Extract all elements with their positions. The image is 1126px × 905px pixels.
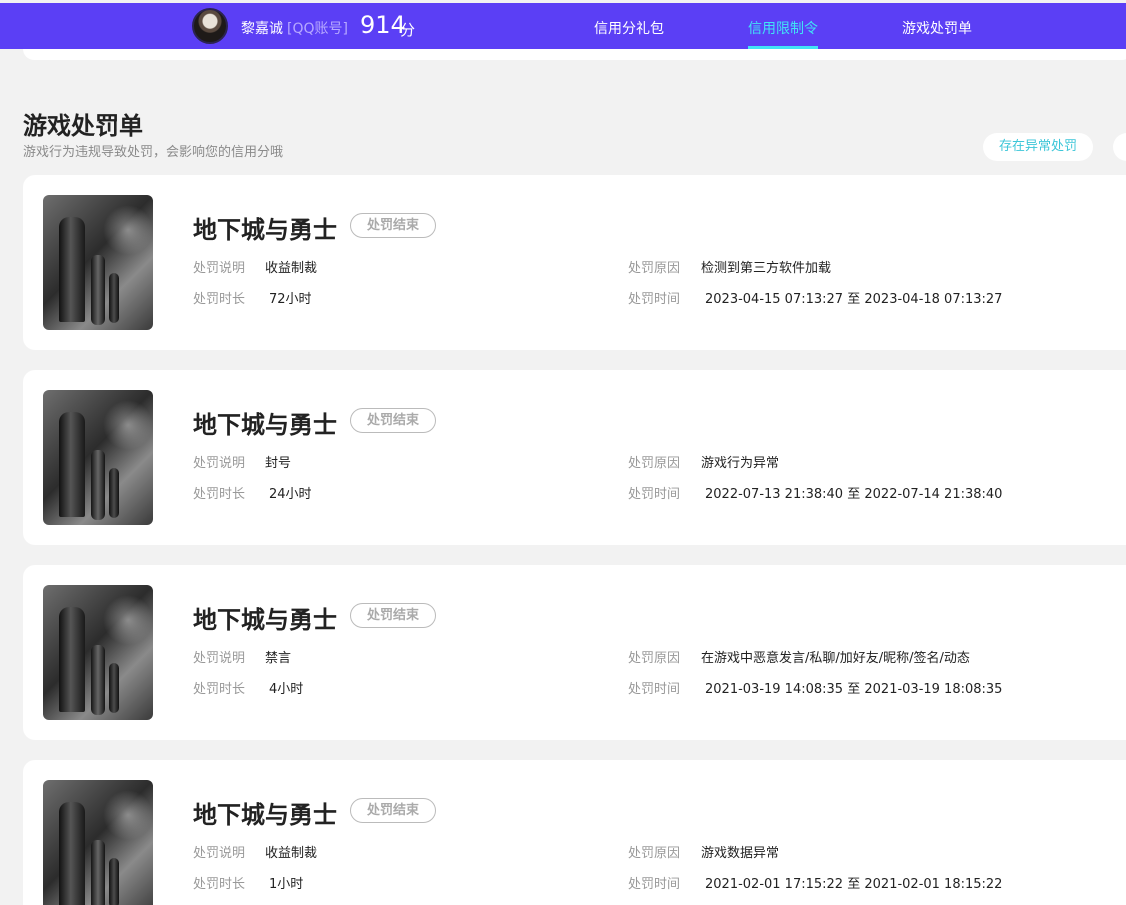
previous-section-card	[23, 49, 1126, 60]
credit-score: 914	[360, 11, 406, 39]
page-title: 游戏处罚单	[23, 112, 143, 140]
status-badge: 处罚结束	[350, 408, 436, 433]
penalty-time-to: 至	[847, 877, 861, 892]
penalty-desc-label: 处罚说明	[193, 261, 246, 276]
game-name: 地下城与勇士	[193, 411, 337, 439]
penalty-start-time: 2021-02-01 17:15:22	[705, 877, 844, 892]
penalty-time-range: 2023-04-15 07:13:27 至 2023-04-18 07:13:2…	[705, 288, 1002, 307]
game-cover-image	[43, 780, 153, 905]
penalty-end-time: 2023-04-18 07:13:27	[864, 292, 1003, 307]
penalty-start-time: 2021-03-19 14:08:35	[705, 682, 844, 697]
game-cover-image	[43, 585, 153, 720]
penalty-start-time: 2023-04-15 07:13:27	[705, 292, 844, 307]
avatar[interactable]	[192, 8, 228, 44]
top-nav-bar: 黎嘉诚 [QQ账号] 914 分 信用分礼包 信用限制令 游戏处罚单	[0, 3, 1126, 49]
nav-tab-gift-pack[interactable]: 信用分礼包	[594, 18, 664, 38]
penalty-desc-value: 封号	[265, 456, 292, 471]
penalty-reason-value: 游戏数据异常	[701, 846, 780, 861]
penalty-record-card[interactable]: 地下城与勇士 处罚结束 处罚说明 封号 处罚时长 24小时 处罚原因 游戏行为异…	[23, 370, 1126, 545]
penalty-reason-label: 处罚原因	[628, 456, 681, 471]
penalty-time-to: 至	[847, 292, 861, 307]
penalty-desc-value: 收益制裁	[265, 261, 318, 276]
penalty-duration-value: 4小时	[269, 682, 304, 697]
penalty-duration-label: 处罚时长	[193, 877, 246, 892]
penalty-record-card[interactable]: 地下城与勇士 处罚结束 处罚说明 收益制裁 处罚时长 1小时 处罚原因 游戏数据…	[23, 760, 1126, 905]
penalty-time-label: 处罚时间	[628, 487, 681, 502]
penalty-reason-label: 处罚原因	[628, 846, 681, 861]
penalty-reason-label: 处罚原因	[628, 261, 681, 276]
penalty-duration-value: 1小时	[269, 877, 304, 892]
secondary-filter-button[interactable]	[1113, 133, 1126, 161]
penalty-record-card[interactable]: 地下城与勇士 处罚结束 处罚说明 禁言 处罚时长 4小时 处罚原因 在游戏中恶意…	[23, 565, 1126, 740]
nav-tab-restriction-order[interactable]: 信用限制令	[748, 18, 818, 38]
penalty-reason-value: 在游戏中恶意发言/私聊/加好友/昵称/签名/动态	[701, 651, 970, 666]
account-type: [QQ账号]	[287, 21, 348, 37]
penalty-duration-label: 处罚时长	[193, 487, 246, 502]
game-name: 地下城与勇士	[193, 216, 337, 244]
penalty-desc-label: 处罚说明	[193, 456, 246, 471]
penalty-time-range: 2021-03-19 14:08:35 至 2021-03-19 18:08:3…	[705, 678, 1002, 697]
game-cover-image	[43, 195, 153, 330]
game-name: 地下城与勇士	[193, 606, 337, 634]
nav-tab-penalty-list[interactable]: 游戏处罚单	[902, 18, 972, 38]
abnormal-penalty-filter-button[interactable]: 存在异常处罚	[983, 133, 1093, 161]
penalty-duration-value: 24小时	[269, 487, 312, 502]
penalty-desc-value: 收益制裁	[265, 846, 318, 861]
penalty-reason-value: 检测到第三方软件加载	[701, 261, 832, 276]
penalty-record-card[interactable]: 地下城与勇士 处罚结束 处罚说明 收益制裁 处罚时长 72小时 处罚原因 检测到…	[23, 175, 1126, 350]
penalty-desc-value: 禁言	[265, 651, 292, 666]
penalty-time-label: 处罚时间	[628, 682, 681, 697]
penalty-start-time: 2022-07-13 21:38:40	[705, 487, 844, 502]
penalty-time-to: 至	[847, 682, 861, 697]
penalty-time-label: 处罚时间	[628, 292, 681, 307]
status-badge: 处罚结束	[350, 798, 436, 823]
penalty-time-range: 2021-02-01 17:15:22 至 2021-02-01 18:15:2…	[705, 873, 1002, 892]
username: 黎嘉诚	[241, 21, 283, 37]
penalty-duration-label: 处罚时长	[193, 682, 246, 697]
penalty-end-time: 2021-03-19 18:08:35	[864, 682, 1003, 697]
penalty-reason-value: 游戏行为异常	[701, 456, 780, 471]
penalty-duration-value: 72小时	[269, 292, 312, 307]
game-name: 地下城与勇士	[193, 801, 337, 829]
penalty-time-to: 至	[847, 487, 861, 502]
penalty-desc-label: 处罚说明	[193, 846, 246, 861]
penalty-time-range: 2022-07-13 21:38:40 至 2022-07-14 21:38:4…	[705, 483, 1002, 502]
penalty-time-label: 处罚时间	[628, 877, 681, 892]
penalty-duration-label: 处罚时长	[193, 292, 246, 307]
penalty-end-time: 2022-07-14 21:38:40	[864, 487, 1003, 502]
penalty-reason-label: 处罚原因	[628, 651, 681, 666]
penalty-end-time: 2021-02-01 18:15:22	[864, 877, 1003, 892]
score-unit: 分	[400, 21, 416, 39]
status-badge: 处罚结束	[350, 603, 436, 628]
game-cover-image	[43, 390, 153, 525]
status-badge: 处罚结束	[350, 213, 436, 238]
page-subtitle: 游戏行为违规导致处罚，会影响您的信用分哦	[23, 145, 284, 160]
penalty-desc-label: 处罚说明	[193, 651, 246, 666]
